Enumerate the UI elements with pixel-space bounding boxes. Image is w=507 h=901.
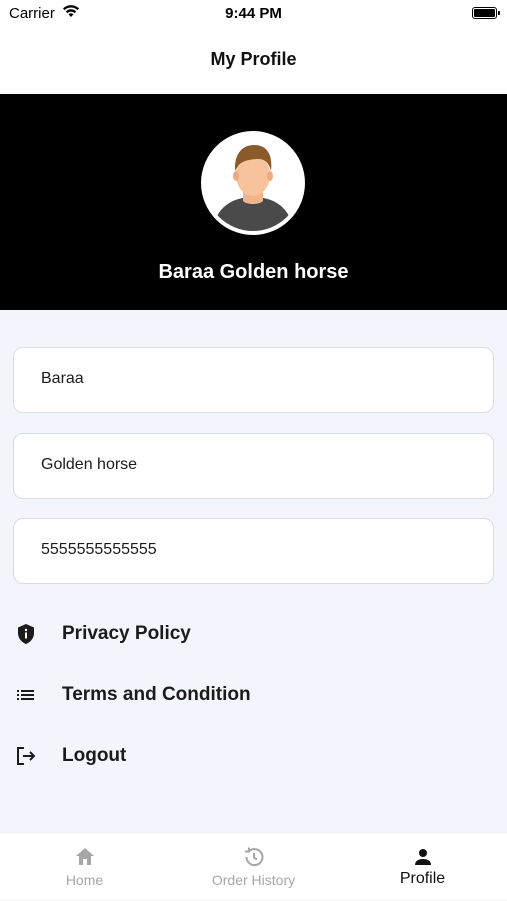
last-name-input[interactable]	[41, 456, 481, 474]
user-avatar-icon	[205, 135, 301, 231]
battery-icon	[472, 7, 500, 19]
menu-label: Logout	[62, 745, 127, 766]
tab-home[interactable]: Home	[0, 833, 169, 901]
avatar[interactable]	[201, 131, 305, 235]
menu-item-terms[interactable]: Terms and Condition	[0, 670, 507, 720]
logout-icon	[14, 744, 38, 768]
last-name-field[interactable]	[13, 433, 494, 499]
profile-display-name: Baraa Golden horse	[158, 261, 349, 283]
menu-item-privacy-policy[interactable]: Privacy Policy	[0, 609, 507, 659]
first-name-field[interactable]	[13, 347, 494, 413]
tab-label: Order History	[211, 872, 296, 888]
first-name-input[interactable]	[41, 370, 481, 388]
tab-label: Profile	[399, 870, 446, 887]
profile-header: Baraa Golden horse	[0, 94, 507, 310]
shield-info-icon	[14, 622, 38, 646]
list-icon	[14, 683, 38, 707]
page-title: My Profile	[210, 49, 297, 69]
history-icon	[169, 845, 338, 869]
person-icon	[338, 845, 507, 869]
status-bar: Carrier 9:44 PM	[0, 0, 507, 28]
home-icon	[0, 845, 169, 869]
menu-item-logout[interactable]: Logout	[0, 731, 507, 781]
tab-bar: Home Order History Profile	[0, 832, 507, 900]
menu-label: Privacy Policy	[62, 623, 191, 644]
phone-field[interactable]	[13, 518, 494, 584]
menu-label: Terms and Condition	[62, 684, 251, 705]
phone-input[interactable]	[41, 541, 481, 559]
navigation-bar: My Profile	[0, 28, 507, 94]
tab-order-history[interactable]: Order History	[169, 833, 338, 901]
clock: 9:44 PM	[225, 5, 282, 22]
tab-profile[interactable]: Profile	[338, 833, 507, 901]
tab-label: Home	[65, 872, 104, 888]
